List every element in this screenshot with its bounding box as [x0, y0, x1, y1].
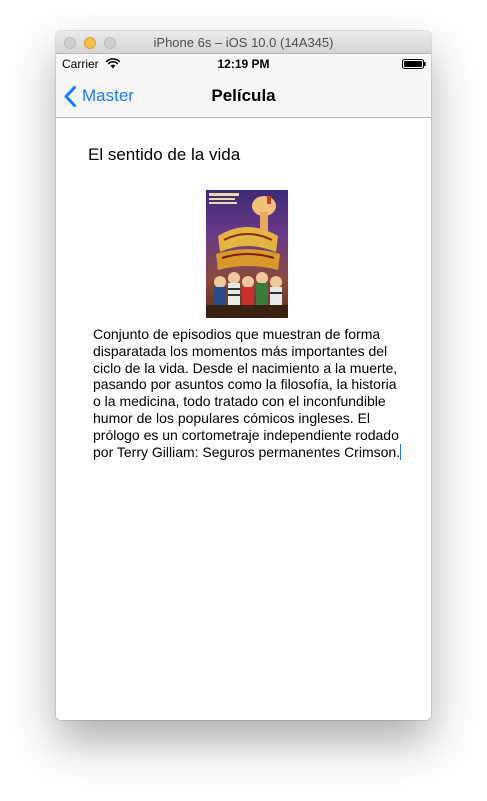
- iphone-screen: Carrier 12:19 PM Master Película El sent…: [56, 54, 431, 720]
- description-text: Conjunto de episodios que muestran de fo…: [93, 326, 401, 460]
- battery-icon: [402, 59, 426, 69]
- status-time: 12:19 PM: [217, 57, 270, 71]
- nav-title: Película: [211, 86, 276, 105]
- status-bar: Carrier 12:19 PM: [56, 54, 431, 74]
- window-titlebar: iPhone 6s – iOS 10.0 (14A345): [56, 31, 431, 54]
- movie-title: El sentido de la vida: [88, 145, 241, 164]
- simulator-window: iPhone 6s – iOS 10.0 (14A345) Carrier 12…: [56, 31, 431, 720]
- navigation-bar: Master Película: [56, 74, 431, 118]
- movie-description[interactable]: Conjunto de episodios que muestran de fo…: [93, 326, 405, 460]
- text-cursor: [400, 443, 402, 460]
- window-title: iPhone 6s – iOS 10.0 (14A345): [153, 35, 334, 50]
- movie-poster: [206, 190, 288, 318]
